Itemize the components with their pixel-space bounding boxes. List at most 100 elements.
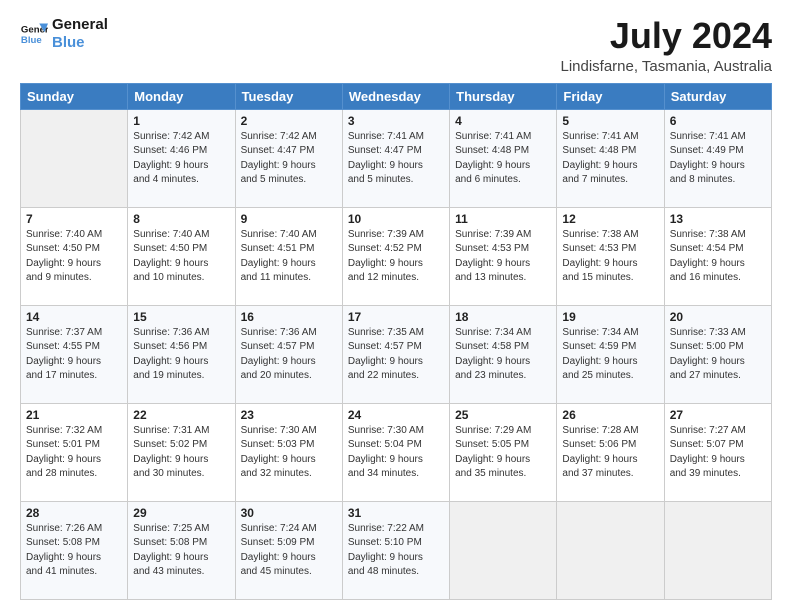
- calendar-cell: 30Sunrise: 7:24 AM Sunset: 5:09 PM Dayli…: [235, 501, 342, 599]
- day-info: Sunrise: 7:33 AM Sunset: 5:00 PM Dayligh…: [670, 326, 766, 384]
- calendar-cell: 19 Sunrise: 7:34 AM Sunset: 4:59 PM Dayli…: [557, 305, 664, 403]
- day-number: 9: [241, 212, 337, 226]
- calendar-cell: 21Sunrise: 7:32 AM Sunset: 5:01 PM Dayli…: [21, 403, 128, 501]
- day-info: Sunrise: 7:38 AM Sunset: 4:53 PM Dayligh…: [562, 228, 658, 286]
- day-info: Sunrise: 7:38 AM Sunset: 4:54 PM Dayligh…: [670, 228, 766, 286]
- title-block: July 2024 Lindisfarne, Tasmania, Austral…: [560, 16, 772, 75]
- day-info: Sunrise: 7:40 AM Sunset: 4:51 PM Dayligh…: [241, 228, 337, 286]
- day-info: Sunrise: 7:35 AM Sunset: 4:57 PM Dayligh…: [348, 326, 444, 384]
- calendar-cell: 10 Sunrise: 7:39 AM Sunset: 4:52 PM Dayli…: [342, 207, 449, 305]
- day-number: 10: [348, 212, 444, 226]
- day-number: 22: [133, 408, 229, 422]
- day-info: Sunrise: 7:36 AM Sunset: 4:56 PM Dayligh…: [133, 326, 229, 384]
- day-number: 12: [562, 212, 658, 226]
- header-day-thursday: Thursday: [450, 83, 557, 109]
- day-number: 27: [670, 408, 766, 422]
- calendar-cell: 8 Sunrise: 7:40 AM Sunset: 4:50 PM Daylig…: [128, 207, 235, 305]
- calendar-cell: [664, 501, 771, 599]
- day-number: 11: [455, 212, 551, 226]
- calendar-cell: 15 Sunrise: 7:36 AM Sunset: 4:56 PM Dayli…: [128, 305, 235, 403]
- day-info: Sunrise: 7:24 AM Sunset: 5:09 PM Dayligh…: [241, 522, 337, 580]
- day-number: 21: [26, 408, 122, 422]
- logo: General Blue General Blue: [20, 16, 108, 52]
- calendar-cell: [450, 501, 557, 599]
- day-number: 25: [455, 408, 551, 422]
- day-info: Sunrise: 7:29 AM Sunset: 5:05 PM Dayligh…: [455, 424, 551, 482]
- subtitle: Lindisfarne, Tasmania, Australia: [560, 58, 772, 75]
- header-row: SundayMondayTuesdayWednesdayThursdayFrid…: [21, 83, 772, 109]
- calendar-cell: 3Sunrise: 7:41 AM Sunset: 4:47 PM Daylig…: [342, 109, 449, 207]
- day-number: 3: [348, 114, 444, 128]
- day-number: 23: [241, 408, 337, 422]
- day-number: 14: [26, 310, 122, 324]
- day-info: Sunrise: 7:26 AM Sunset: 5:08 PM Dayligh…: [26, 522, 122, 580]
- week-row-1: 7Sunrise: 7:40 AM Sunset: 4:50 PM Daylig…: [21, 207, 772, 305]
- day-number: 15: [133, 310, 229, 324]
- logo-icon: General Blue: [20, 20, 48, 48]
- day-info: Sunrise: 7:30 AM Sunset: 5:03 PM Dayligh…: [241, 424, 337, 482]
- calendar-table: SundayMondayTuesdayWednesdayThursdayFrid…: [20, 83, 772, 600]
- day-info: Sunrise: 7:25 AM Sunset: 5:08 PM Dayligh…: [133, 522, 229, 580]
- day-number: 2: [241, 114, 337, 128]
- calendar-cell: [21, 109, 128, 207]
- day-info: Sunrise: 7:34 AM Sunset: 4:59 PM Dayligh…: [562, 326, 658, 384]
- day-number: 6: [670, 114, 766, 128]
- calendar-cell: 24Sunrise: 7:30 AM Sunset: 5:04 PM Dayli…: [342, 403, 449, 501]
- day-number: 19: [562, 310, 658, 324]
- calendar-cell: 17 Sunrise: 7:35 AM Sunset: 4:57 PM Dayli…: [342, 305, 449, 403]
- day-number: 26: [562, 408, 658, 422]
- day-number: 29: [133, 506, 229, 520]
- calendar-cell: 5Sunrise: 7:41 AM Sunset: 4:48 PM Daylig…: [557, 109, 664, 207]
- day-number: 5: [562, 114, 658, 128]
- header: General Blue General Blue July 2024 Lind…: [20, 16, 772, 75]
- svg-text:Blue: Blue: [21, 35, 42, 46]
- page: General Blue General Blue July 2024 Lind…: [0, 0, 792, 612]
- header-day-tuesday: Tuesday: [235, 83, 342, 109]
- calendar-cell: 13 Sunrise: 7:38 AM Sunset: 4:54 PM Dayli…: [664, 207, 771, 305]
- day-info: Sunrise: 7:28 AM Sunset: 5:06 PM Dayligh…: [562, 424, 658, 482]
- week-row-2: 14 Sunrise: 7:37 AM Sunset: 4:55 PM Dayli…: [21, 305, 772, 403]
- day-info: Sunrise: 7:39 AM Sunset: 4:52 PM Dayligh…: [348, 228, 444, 286]
- day-info: Sunrise: 7:41 AM Sunset: 4:49 PM Dayligh…: [670, 130, 766, 188]
- day-info: Sunrise: 7:37 AM Sunset: 4:55 PM Dayligh…: [26, 326, 122, 384]
- day-number: 1: [133, 114, 229, 128]
- day-number: 8: [133, 212, 229, 226]
- calendar-cell: 11 Sunrise: 7:39 AM Sunset: 4:53 PM Dayli…: [450, 207, 557, 305]
- calendar-cell: 7Sunrise: 7:40 AM Sunset: 4:50 PM Daylig…: [21, 207, 128, 305]
- day-info: Sunrise: 7:39 AM Sunset: 4:53 PM Dayligh…: [455, 228, 551, 286]
- calendar-cell: 31Sunrise: 7:22 AM Sunset: 5:10 PM Dayli…: [342, 501, 449, 599]
- header-day-sunday: Sunday: [21, 83, 128, 109]
- calendar-cell: 28Sunrise: 7:26 AM Sunset: 5:08 PM Dayli…: [21, 501, 128, 599]
- day-info: Sunrise: 7:42 AM Sunset: 4:46 PM Dayligh…: [133, 130, 229, 188]
- header-day-monday: Monday: [128, 83, 235, 109]
- day-info: Sunrise: 7:42 AM Sunset: 4:47 PM Dayligh…: [241, 130, 337, 188]
- logo-text-general: General: [52, 16, 108, 34]
- day-number: 17: [348, 310, 444, 324]
- day-number: 16: [241, 310, 337, 324]
- calendar-cell: 23 Sunrise: 7:30 AM Sunset: 5:03 PM Dayli…: [235, 403, 342, 501]
- calendar-cell: 4Sunrise: 7:41 AM Sunset: 4:48 PM Daylig…: [450, 109, 557, 207]
- header-day-friday: Friday: [557, 83, 664, 109]
- calendar-cell: 20Sunrise: 7:33 AM Sunset: 5:00 PM Dayli…: [664, 305, 771, 403]
- calendar-cell: 16 Sunrise: 7:36 AM Sunset: 4:57 PM Dayli…: [235, 305, 342, 403]
- day-info: Sunrise: 7:31 AM Sunset: 5:02 PM Dayligh…: [133, 424, 229, 482]
- calendar-cell: 29 Sunrise: 7:25 AM Sunset: 5:08 PM Dayli…: [128, 501, 235, 599]
- week-row-0: 1 Sunrise: 7:42 AM Sunset: 4:46 PM Daylig…: [21, 109, 772, 207]
- calendar-cell: 14 Sunrise: 7:37 AM Sunset: 4:55 PM Dayli…: [21, 305, 128, 403]
- day-number: 31: [348, 506, 444, 520]
- week-row-4: 28Sunrise: 7:26 AM Sunset: 5:08 PM Dayli…: [21, 501, 772, 599]
- header-day-saturday: Saturday: [664, 83, 771, 109]
- calendar-cell: 22 Sunrise: 7:31 AM Sunset: 5:02 PM Dayli…: [128, 403, 235, 501]
- calendar-cell: 1 Sunrise: 7:42 AM Sunset: 4:46 PM Daylig…: [128, 109, 235, 207]
- day-info: Sunrise: 7:40 AM Sunset: 4:50 PM Dayligh…: [133, 228, 229, 286]
- day-info: Sunrise: 7:27 AM Sunset: 5:07 PM Dayligh…: [670, 424, 766, 482]
- day-number: 4: [455, 114, 551, 128]
- day-info: Sunrise: 7:36 AM Sunset: 4:57 PM Dayligh…: [241, 326, 337, 384]
- calendar-cell: 6 Sunrise: 7:41 AM Sunset: 4:49 PM Daylig…: [664, 109, 771, 207]
- calendar-cell: 2 Sunrise: 7:42 AM Sunset: 4:47 PM Daylig…: [235, 109, 342, 207]
- calendar-cell: 12 Sunrise: 7:38 AM Sunset: 4:53 PM Dayli…: [557, 207, 664, 305]
- calendar-cell: 18Sunrise: 7:34 AM Sunset: 4:58 PM Dayli…: [450, 305, 557, 403]
- day-info: Sunrise: 7:34 AM Sunset: 4:58 PM Dayligh…: [455, 326, 551, 384]
- day-number: 13: [670, 212, 766, 226]
- logo-text-blue: Blue: [52, 34, 108, 52]
